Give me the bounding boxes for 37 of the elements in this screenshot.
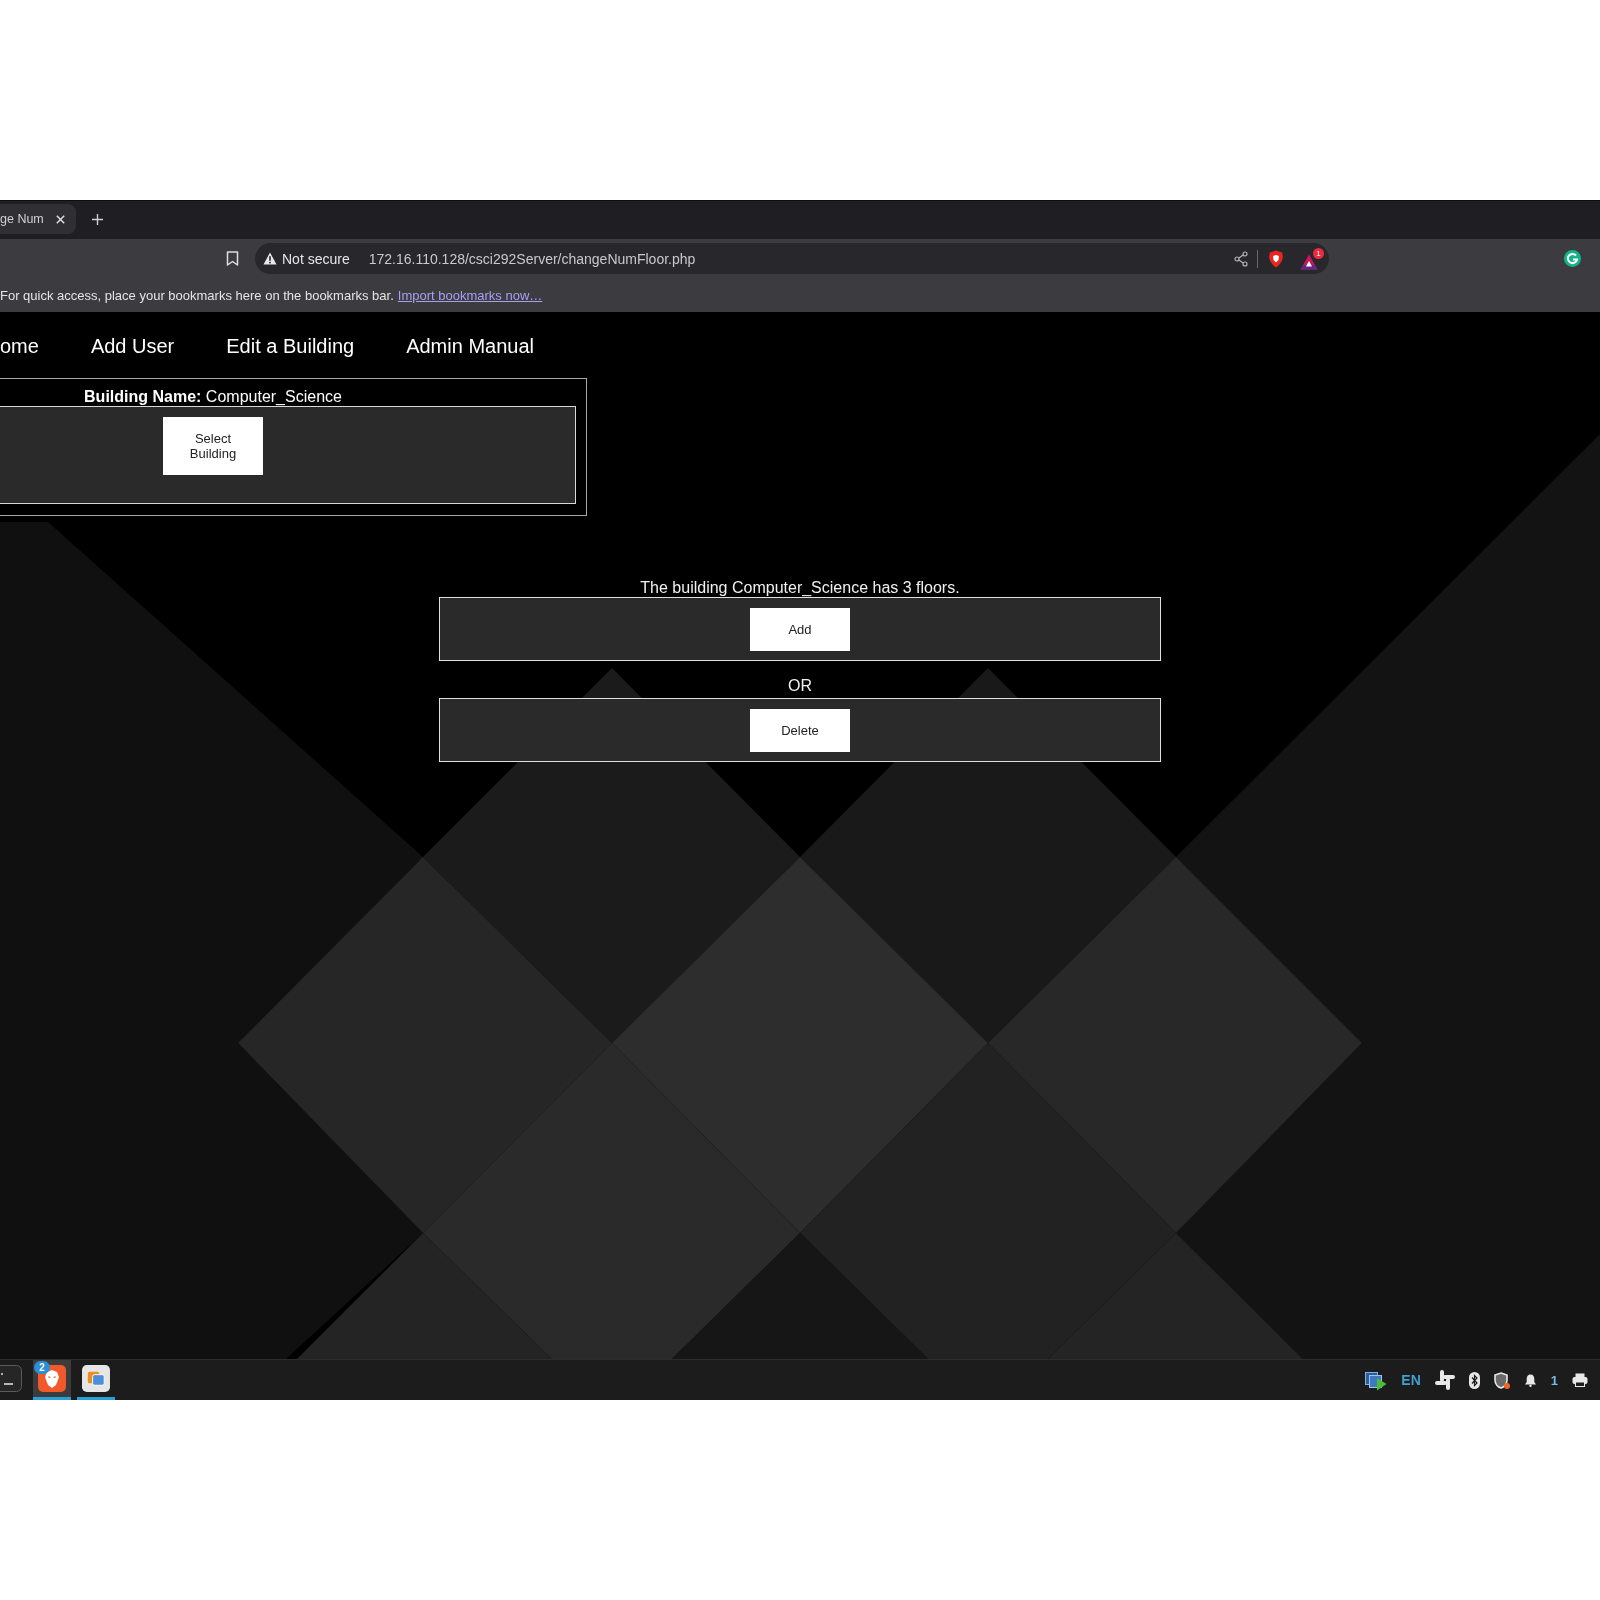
select-building-button[interactable]: Select Building bbox=[163, 417, 263, 475]
g-logo-icon[interactable] bbox=[1564, 250, 1581, 267]
pinwheel-icon[interactable] bbox=[1434, 1370, 1455, 1390]
count-badge: 2 bbox=[34, 1361, 50, 1374]
printer-icon[interactable] bbox=[1572, 1373, 1588, 1387]
notification-badge: 1 bbox=[1313, 247, 1324, 259]
nav-link[interactable]: Add User bbox=[90, 335, 175, 358]
security-label[interactable]: Not secure bbox=[282, 250, 350, 267]
nav-link[interactable]: ome bbox=[0, 335, 39, 358]
bell-icon[interactable] bbox=[1523, 1373, 1537, 1387]
triangle-icon[interactable] bbox=[1300, 253, 1318, 270]
add-button[interactable]: Add bbox=[750, 608, 850, 651]
windows-play-icon[interactable] bbox=[1365, 1369, 1388, 1391]
mask-app-icon bbox=[38, 1365, 66, 1392]
floor-count-message: The building Computer_Science has 3 floors. bbox=[639, 579, 961, 597]
url-text: 172.16.110.128/csci292Server/changeNumFloor.php bbox=[368, 250, 696, 267]
browser-tab[interactable]: ge Num bbox=[0, 204, 76, 234]
warning-icon bbox=[263, 252, 277, 265]
building-name-heading: Building Name: Computer_Science bbox=[83, 387, 343, 406]
squares-app-icon bbox=[82, 1365, 110, 1392]
notification-count[interactable]: 1 bbox=[1550, 1372, 1558, 1388]
separator-label: OR bbox=[788, 677, 812, 695]
nav-link[interactable]: Edit a Building bbox=[226, 335, 355, 358]
bookmark-icon[interactable] bbox=[226, 251, 239, 266]
import-bookmarks-link[interactable]: Import bookmarks now… bbox=[397, 287, 543, 303]
nav-link[interactable]: Admin Manual bbox=[406, 335, 534, 358]
plus-icon[interactable] bbox=[92, 214, 103, 225]
close-icon[interactable] bbox=[56, 214, 65, 224]
delete-button[interactable]: Delete bbox=[750, 709, 850, 752]
shield-icon[interactable] bbox=[1268, 249, 1284, 268]
address-field[interactable]: Not secure 172.16.110.128/csci292Server/changeNumFloor.php 1 bbox=[255, 243, 1329, 274]
bookmarks-hint: For quick access, place your bookmarks here on the bookmarks bar. bbox=[0, 287, 394, 303]
bluetooth-icon[interactable] bbox=[1468, 1371, 1480, 1389]
share-icon[interactable] bbox=[1234, 250, 1248, 267]
shield-icon[interactable] bbox=[1493, 1371, 1510, 1389]
language-indicator[interactable]: EN bbox=[1401, 1372, 1421, 1388]
taskbar-app-button[interactable]: 2 bbox=[33, 1360, 71, 1400]
